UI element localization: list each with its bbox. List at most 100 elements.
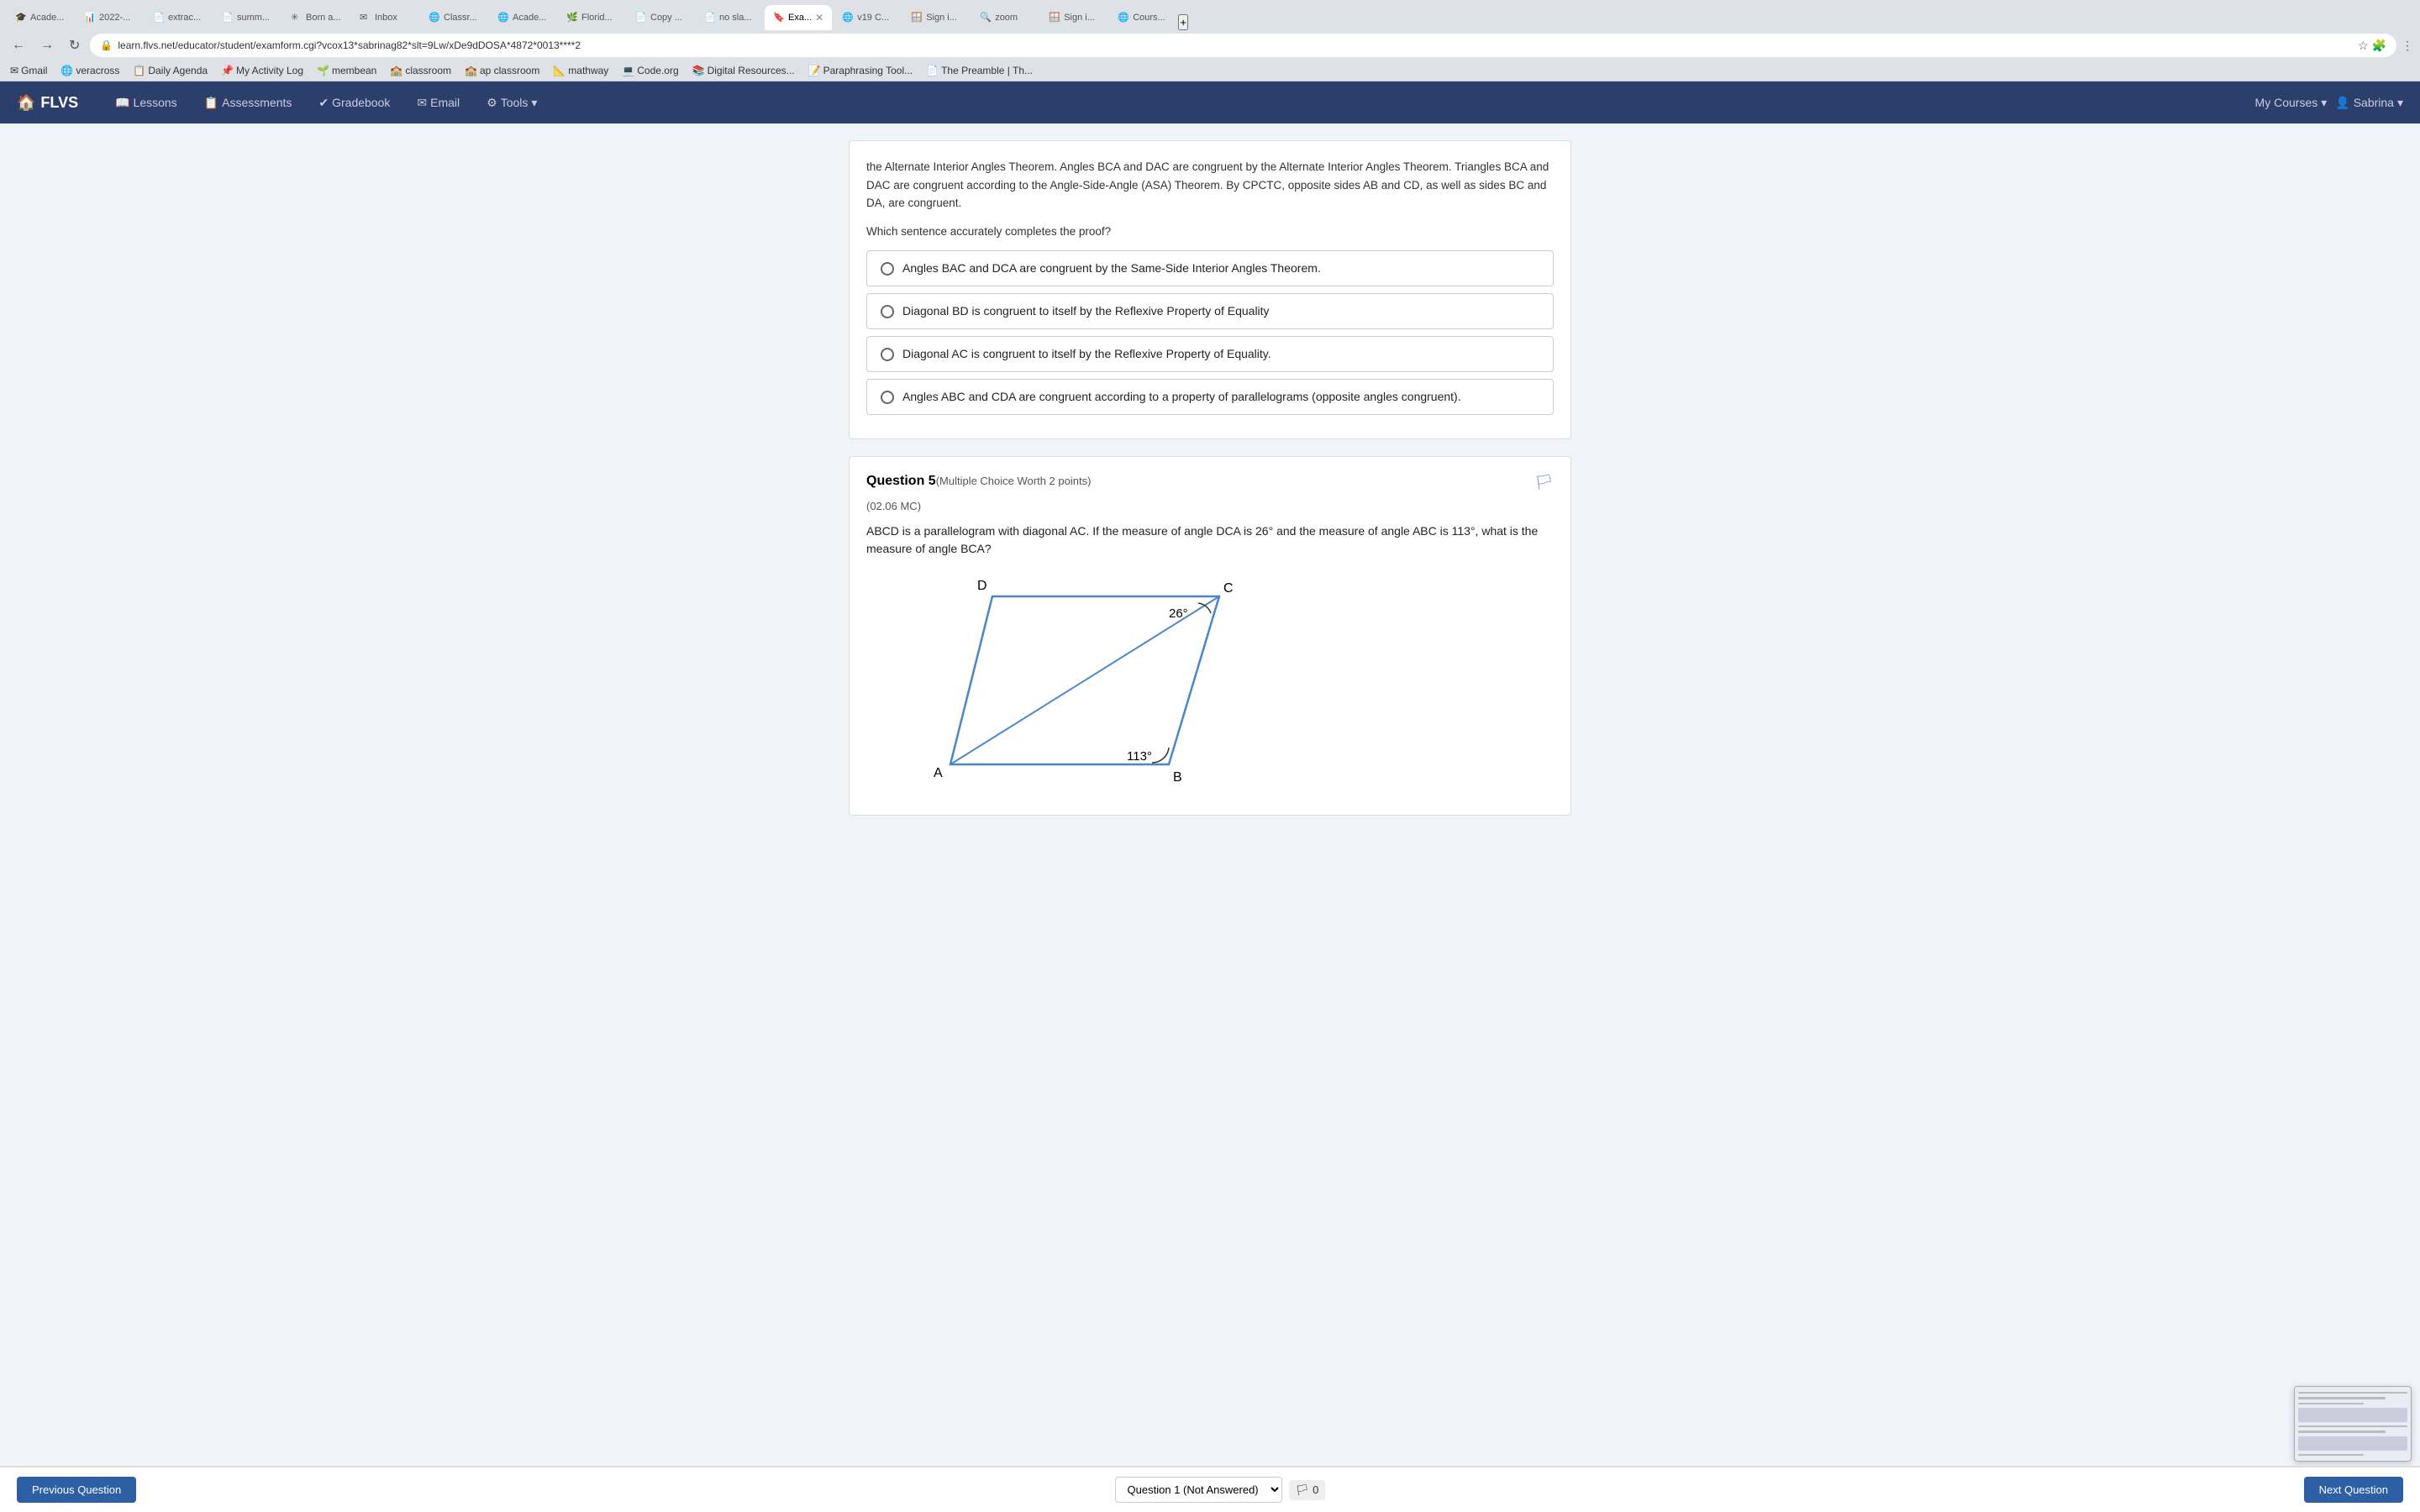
tab-copy[interactable]: 📄Copy ... xyxy=(627,5,694,30)
bookmark-preamble[interactable]: 📄The Preamble | Th... xyxy=(923,63,1036,78)
radio-c[interactable] xyxy=(881,348,894,361)
option-d[interactable]: Angles ABC and CDA are congruent accordi… xyxy=(866,379,1554,415)
bookmark-digital-resources[interactable]: 📚Digital Resources... xyxy=(689,63,798,78)
question-selector[interactable]: Question 1 (Not Answered) xyxy=(1115,1477,1282,1503)
thumb-line-6 xyxy=(2298,1454,2364,1456)
bookmark-classroom[interactable]: 🏫classroom xyxy=(387,63,455,78)
nav-gradebook[interactable]: ✔ Gradebook xyxy=(307,89,402,117)
tab-signin-2[interactable]: 🪟Sign i... xyxy=(1040,5,1107,30)
lock-icon: 🔒 xyxy=(100,39,113,51)
tab-2022[interactable]: 📊2022-... xyxy=(76,5,143,30)
bookmark-activity-log[interactable]: 📌My Activity Log xyxy=(218,63,307,78)
tab-v19[interactable]: 🌐v19 C... xyxy=(834,5,901,30)
tab-classr[interactable]: 🌐Classr... xyxy=(420,5,487,30)
thumbnail-inner xyxy=(2295,1387,2411,1461)
question-select-wrap: Question 1 (Not Answered) 🏳 0 xyxy=(1115,1477,1326,1503)
nav-tools[interactable]: ⚙ Tools ▾ xyxy=(475,89,549,117)
nav-lessons[interactable]: 📖 Lessons xyxy=(103,89,189,117)
thumb-rect-1 xyxy=(2298,1408,2407,1422)
home-icon: 🏠 xyxy=(17,94,35,112)
radio-a[interactable] xyxy=(881,262,894,276)
extension-icon[interactable]: 🧩 xyxy=(2372,39,2386,53)
browser-chrome: 🎓Acade... 📊2022-... 📄extrac... 📄summ... … xyxy=(0,0,2420,81)
tab-bar: 🎓Acade... 📊2022-... 📄extrac... 📄summ... … xyxy=(0,0,2420,30)
tab-acade-2[interactable]: 🌐Acade... xyxy=(489,5,556,30)
bookmark-codeorg[interactable]: 💻Code.org xyxy=(618,63,681,78)
radio-b[interactable] xyxy=(881,305,894,318)
tab-exam-active[interactable]: 🔖Exa...✕ xyxy=(765,5,832,30)
proof-prompt: Which sentence accurately completes the … xyxy=(866,223,1554,241)
label-a: A xyxy=(934,766,943,780)
option-d-text: Angles ABC and CDA are congruent accordi… xyxy=(902,390,1461,403)
nav-email[interactable]: ✉ Email xyxy=(405,89,471,117)
flag-count-icon: 🏳 xyxy=(1296,1483,1310,1497)
bookmark-paraphrasing[interactable]: 📝Paraphrasing Tool... xyxy=(805,63,916,78)
bottom-bar: Previous Question Question 1 (Not Answer… xyxy=(0,1466,2420,1512)
tab-inbox[interactable]: ✉Inbox xyxy=(351,5,418,30)
label-b: B xyxy=(1173,770,1182,785)
nav-right: My Courses ▾ 👤 Sabrina ▾ xyxy=(2255,96,2403,110)
question-5-header: Question 5(Multiple Choice Worth 2 point… xyxy=(866,474,1554,491)
nav-my-courses[interactable]: My Courses ▾ xyxy=(2255,96,2328,110)
page-wrapper: 🏠 FLVS 📖 Lessons 📋 Assessments ✔ Gradebo… xyxy=(0,81,2420,1493)
thumb-rect-2 xyxy=(2298,1436,2407,1451)
flag-button[interactable]: 🏳 xyxy=(1534,474,1554,491)
tab-nosla[interactable]: 📄no sla... xyxy=(696,5,763,30)
thumb-line-1 xyxy=(2298,1392,2407,1394)
gradebook-icon: ✔ xyxy=(318,96,329,110)
flag-count-value: 0 xyxy=(1313,1483,1318,1496)
address-bar[interactable]: 🔒 learn.flvs.net/educator/student/examfo… xyxy=(90,34,2396,57)
settings-icon[interactable]: ⋮ xyxy=(2402,39,2413,53)
proof-text: the Alternate Interior Angles Theorem. A… xyxy=(866,158,1554,213)
nav-brand[interactable]: 🏠 FLVS xyxy=(17,94,78,112)
user-icon: 👤 xyxy=(2335,96,2349,110)
tab-extrac[interactable]: 📄extrac... xyxy=(145,5,212,30)
label-c: C xyxy=(1223,581,1234,596)
option-c-text: Diagonal AC is congruent to itself by th… xyxy=(902,347,1271,360)
radio-d[interactable] xyxy=(881,391,894,404)
bookmark-membean[interactable]: 🌱membean xyxy=(313,63,380,78)
label-d: D xyxy=(977,579,987,593)
tools-icon: ⚙ xyxy=(487,96,497,110)
diagram-container: A B C D 26° 113° xyxy=(883,571,1554,790)
back-button[interactable]: ← xyxy=(7,34,30,56)
bookmark-mathway[interactable]: 📐mathway xyxy=(550,63,612,78)
tab-acade-1[interactable]: 🎓Acade... xyxy=(7,5,74,30)
star-icon[interactable]: ☆ xyxy=(2358,39,2369,53)
option-a[interactable]: Angles BAC and DCA are congruent by the … xyxy=(866,250,1554,286)
bookmark-daily-agenda[interactable]: 📋Daily Agenda xyxy=(129,63,211,78)
bookmark-gmail[interactable]: ✉Gmail xyxy=(7,63,50,78)
angle-113: 113° xyxy=(1127,749,1152,764)
bookmark-veracross[interactable]: 🌐veracross xyxy=(57,63,123,78)
question-4-card: the Alternate Interior Angles Theorem. A… xyxy=(849,140,1571,439)
option-b-text: Diagonal BD is congruent to itself by th… xyxy=(902,304,1270,318)
tab-cours[interactable]: 🌐Cours... xyxy=(1109,5,1176,30)
option-c[interactable]: Diagonal AC is congruent to itself by th… xyxy=(866,336,1554,372)
next-question-button[interactable]: Next Question xyxy=(2304,1477,2403,1503)
reload-button[interactable]: ↻ xyxy=(64,34,85,57)
tab-florid[interactable]: 🌿Florid... xyxy=(558,5,625,30)
question-5-code: (02.06 MC) xyxy=(866,500,1554,512)
thumb-line-4 xyxy=(2298,1425,2407,1427)
bookmark-ap-classroom[interactable]: 🏫ap classroom xyxy=(461,63,543,78)
thumb-line-2 xyxy=(2298,1397,2386,1399)
option-a-text: Angles BAC and DCA are congruent by the … xyxy=(902,261,1321,275)
thumb-line-3 xyxy=(2298,1403,2364,1404)
diagonal-ac xyxy=(950,596,1219,764)
new-tab-button[interactable]: + xyxy=(1178,14,1188,30)
nav-bar: 🏠 FLVS 📖 Lessons 📋 Assessments ✔ Gradebo… xyxy=(0,81,2420,123)
option-b[interactable]: Diagonal BD is congruent to itself by th… xyxy=(866,293,1554,329)
tab-zoom[interactable]: 🔍zoom xyxy=(971,5,1039,30)
prev-question-button[interactable]: Previous Question xyxy=(17,1477,136,1503)
question-5-card: Question 5(Multiple Choice Worth 2 point… xyxy=(849,456,1571,816)
tools-dropdown-icon: ▾ xyxy=(531,96,537,110)
tab-signin-1[interactable]: 🪟Sign i... xyxy=(902,5,970,30)
parallelogram-diagram: A B C D 26° 113° xyxy=(883,571,1286,790)
forward-button[interactable]: → xyxy=(35,34,59,56)
nav-user[interactable]: 👤 Sabrina ▾ xyxy=(2335,96,2403,110)
tab-born[interactable]: ✳Born a... xyxy=(282,5,350,30)
address-text: learn.flvs.net/educator/student/examform… xyxy=(118,39,2353,51)
nav-assessments[interactable]: 📋 Assessments xyxy=(192,89,304,117)
tab-summ[interactable]: 📄summ... xyxy=(213,5,281,30)
question-5-title: Question 5 xyxy=(866,474,936,488)
